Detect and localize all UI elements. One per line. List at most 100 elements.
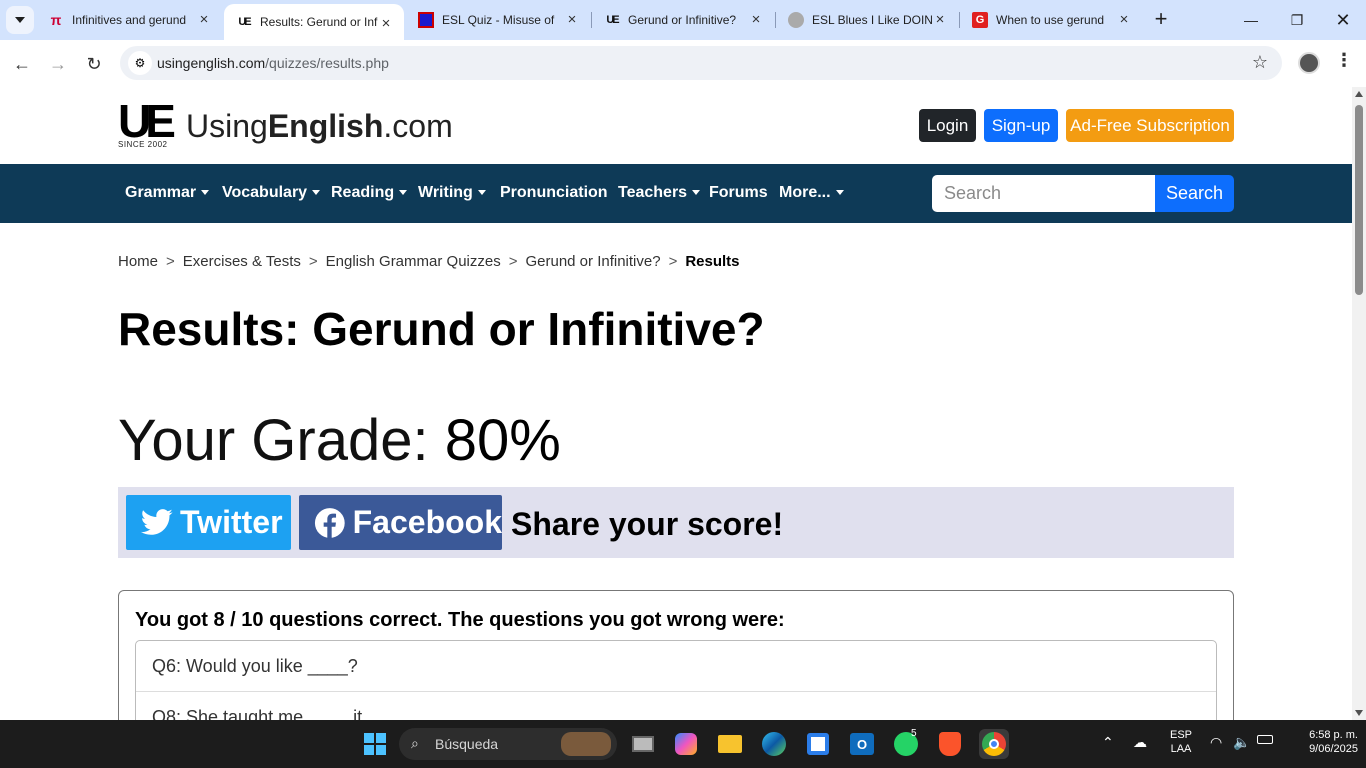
new-tab-icon[interactable]: + [1150, 8, 1172, 30]
windows-start-icon[interactable] [360, 729, 390, 759]
minimize-icon[interactable]: — [1228, 0, 1274, 40]
breadcrumb-separator: > [308, 253, 318, 270]
browser-tab-bar: π Infinitives and gerund × UE Results: G… [0, 0, 1366, 40]
bookmark-star-icon[interactable]: ☆ [1252, 52, 1268, 73]
brave-icon[interactable] [935, 729, 965, 759]
facebook-share-button[interactable]: Facebook [299, 495, 502, 550]
browser-tab[interactable]: ESL Blues I Like DOIN × [776, 0, 958, 40]
search-icon: ⌕ [411, 735, 419, 751]
volume-icon[interactable]: 🔈 [1233, 734, 1250, 751]
edge-icon[interactable] [759, 729, 789, 759]
task-view-icon[interactable] [628, 729, 658, 759]
site-header: UE SINCE 2002 UsingEnglish.com Login Sig… [0, 87, 1352, 164]
login-button[interactable]: Login [919, 109, 976, 142]
scroll-up-arrow-icon[interactable] [1355, 91, 1363, 97]
nav-vocabulary[interactable]: Vocabulary [222, 184, 321, 202]
results-summary: You got 8 / 10 questions correct. The qu… [135, 609, 785, 631]
share-prompt: Share your score! [511, 506, 784, 542]
browser-tab[interactable]: UE Gerund or Infinitive? × [592, 0, 774, 40]
grade-label: Your Grade: [118, 408, 445, 473]
nav-teachers[interactable]: Teachers [618, 184, 701, 202]
scroll-thumb[interactable] [1355, 105, 1363, 295]
restore-icon[interactable]: ❐ [1274, 0, 1320, 40]
close-icon[interactable]: × [932, 12, 948, 28]
red-g-icon: G [972, 12, 988, 28]
site-search-button[interactable]: Search [1155, 175, 1234, 212]
page-scrollbar[interactable] [1352, 87, 1366, 720]
grade-value: 80% [444, 408, 561, 473]
nav-writing[interactable]: Writing [418, 184, 486, 202]
breadcrumb-exercises[interactable]: Exercises & Tests [183, 253, 301, 270]
grade-display: Your Grade: 80% [118, 407, 561, 474]
microsoft-store-icon[interactable] [803, 729, 833, 759]
caret-down-icon [399, 190, 408, 196]
onedrive-cloud-icon[interactable]: ☁ [1133, 734, 1147, 751]
caret-down-icon [477, 190, 486, 196]
ue-icon: UE [238, 16, 251, 28]
ad-free-button[interactable]: Ad-Free Subscription [1066, 109, 1234, 142]
forward-arrow-icon[interactable]: → [44, 50, 72, 78]
window-close-icon[interactable]: ✕ [1320, 0, 1366, 40]
caret-down-icon [835, 190, 844, 196]
share-bar: Twitter Facebook Share your score! [118, 487, 1234, 558]
caret-down-icon [312, 190, 321, 196]
whatsapp-badge: 5 [911, 728, 917, 739]
ue-icon: UE [606, 14, 619, 26]
nav-forums[interactable]: Forums [709, 184, 768, 202]
twitter-bird-icon [140, 508, 173, 535]
close-icon[interactable]: × [564, 12, 580, 28]
close-icon[interactable]: × [748, 12, 764, 28]
file-explorer-icon[interactable] [715, 729, 745, 759]
scroll-down-arrow-icon[interactable] [1355, 710, 1363, 716]
breadcrumb-separator: > [166, 253, 175, 270]
tray-overflow-chevron-icon[interactable]: ⌃ [1102, 734, 1114, 751]
breadcrumb-current: Results [685, 253, 740, 270]
site-search-input[interactable] [932, 175, 1156, 212]
profile-avatar[interactable] [1298, 52, 1320, 74]
breadcrumb-home[interactable]: Home [118, 253, 158, 270]
nav-grammar[interactable]: Grammar [125, 184, 210, 202]
chrome-icon[interactable] [979, 729, 1009, 759]
nav-more[interactable]: More... [779, 184, 844, 202]
nav-reading[interactable]: Reading [331, 184, 408, 202]
site-settings-icon[interactable]: ⚙ [128, 51, 152, 75]
site-logo-text[interactable]: UsingEnglish.com [186, 108, 453, 145]
more-menu-icon[interactable]: ⋮ [1334, 50, 1354, 76]
tab-search-button[interactable] [6, 6, 34, 34]
taskbar-search[interactable]: ⌕ Búsqueda [399, 728, 617, 760]
chevron-down-icon [15, 17, 25, 23]
pi-icon: π [50, 12, 62, 28]
browser-tab[interactable]: π Infinitives and gerund × [36, 0, 222, 40]
wrong-questions-list: Q6: Would you like ____? Q8: She taught … [135, 640, 1217, 720]
battery-icon[interactable] [1257, 735, 1273, 747]
address-bar[interactable]: ⚙ usingenglish.com/quizzes/results.php ☆ [120, 46, 1282, 80]
back-arrow-icon[interactable]: ← [8, 50, 36, 78]
page-title: Results: Gerund or Infinitive? [118, 303, 765, 355]
site-logo[interactable]: UE SINCE 2002 [118, 98, 176, 151]
browser-toolbar: ← → ↻ ⚙ usingenglish.com/quizzes/results… [0, 40, 1366, 87]
browser-tab[interactable]: ESL Quiz - Misuse of × [406, 0, 590, 40]
breadcrumb-quiz[interactable]: Gerund or Infinitive? [525, 253, 660, 270]
nav-pronunciation[interactable]: Pronunciation [500, 184, 608, 202]
blue-square-icon [418, 12, 434, 28]
caret-down-icon [201, 190, 210, 196]
search-highlight-image [561, 732, 611, 756]
list-item[interactable]: Q6: Would you like ____? [136, 641, 1216, 692]
signup-button[interactable]: Sign-up [984, 109, 1058, 142]
wifi-icon[interactable]: ◠ [1210, 734, 1222, 751]
reload-icon[interactable]: ↻ [80, 50, 108, 78]
breadcrumb-separator: > [508, 253, 518, 270]
copilot-icon[interactable] [671, 729, 701, 759]
twitter-share-button[interactable]: Twitter [126, 495, 291, 550]
browser-tab[interactable]: G When to use gerund × [960, 0, 1142, 40]
outlook-icon[interactable]: O [847, 729, 877, 759]
breadcrumb-quizzes[interactable]: English Grammar Quizzes [326, 253, 501, 270]
close-icon[interactable]: × [196, 12, 212, 28]
close-icon[interactable]: × [378, 16, 394, 32]
list-item[interactable]: Q8: She taught me ____ it. [136, 692, 1216, 720]
close-icon[interactable]: × [1116, 12, 1132, 28]
url-text[interactable]: usingenglish.com/quizzes/results.php [157, 55, 389, 71]
browser-tab-active[interactable]: UE Results: Gerund or Inf × [224, 4, 404, 40]
language-indicator[interactable]: ESP LAA [1166, 729, 1196, 755]
clock[interactable]: 6:58 p. m. 9/06/2025 [1282, 729, 1358, 755]
